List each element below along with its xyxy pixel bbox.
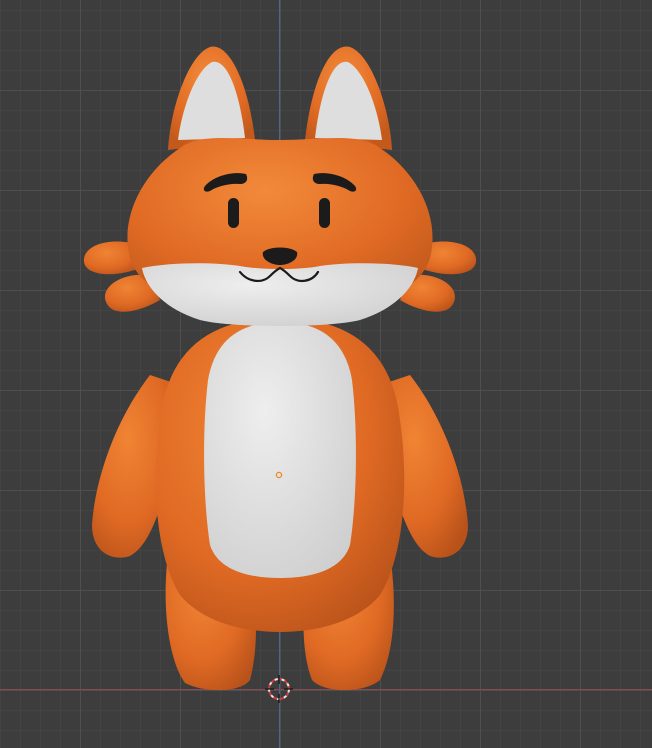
fox-ears (168, 46, 392, 150)
fox-muzzle (142, 263, 418, 326)
fox-model[interactable] (0, 0, 652, 748)
fox-belly (204, 322, 356, 578)
3d-cursor-icon[interactable] (265, 675, 293, 703)
3d-viewport[interactable] (0, 0, 652, 748)
